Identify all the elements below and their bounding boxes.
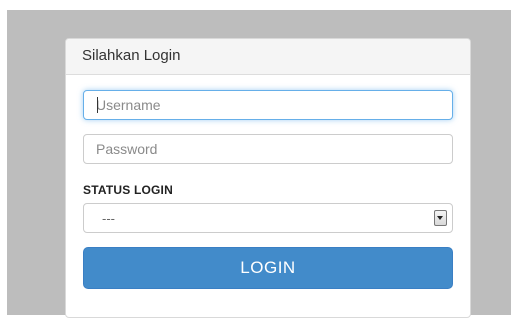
login-button[interactable]: LOGIN [83, 247, 453, 289]
text-cursor [97, 97, 98, 113]
status-login-label: STATUS LOGIN [83, 183, 173, 197]
status-select-value: --- [102, 211, 115, 226]
username-input[interactable] [83, 90, 453, 120]
chevron-down-icon[interactable] [434, 210, 447, 226]
login-panel: Silahkan Login STATUS LOGIN --- LOGIN [65, 38, 471, 318]
password-input[interactable] [83, 134, 453, 164]
status-login-select[interactable]: --- [83, 203, 453, 233]
page-background: Silahkan Login STATUS LOGIN --- LOGIN [7, 10, 511, 318]
panel-title: Silahkan Login [66, 39, 470, 75]
